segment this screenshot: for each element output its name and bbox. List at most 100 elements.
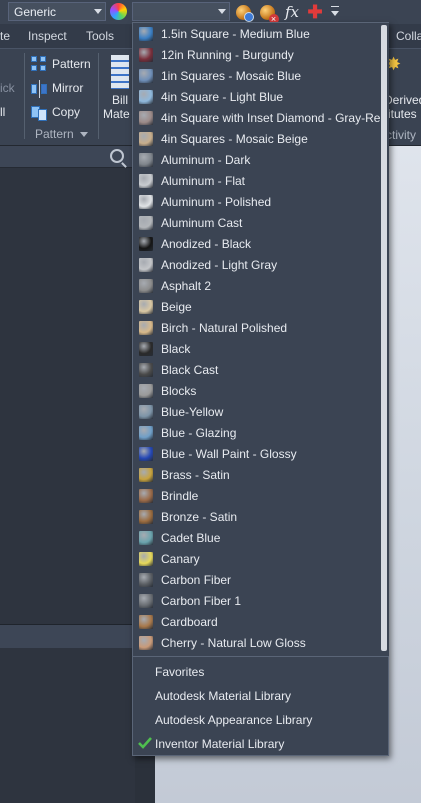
appearance-item[interactable]: Carbon Fiber <box>133 569 380 590</box>
appearance-item[interactable]: Canary <box>133 548 380 569</box>
appearance-item[interactable]: Cardboard <box>133 611 380 632</box>
appearance-swatch-icon <box>139 47 153 62</box>
appearance-item[interactable]: Aluminum Cast <box>133 212 380 233</box>
appearance-swatch-icon <box>139 278 153 293</box>
truncated-label: ick <box>0 81 15 95</box>
bill-of-materials-icon <box>111 55 129 91</box>
appearance-swatch-icon <box>139 236 153 251</box>
library-item-label: Autodesk Material Library <box>155 689 292 703</box>
appearance-swatch-icon <box>139 299 153 314</box>
panel-divider <box>24 53 25 139</box>
appearance-item[interactable]: Beige <box>133 296 380 317</box>
appearance-item-label: Blue - Glazing <box>161 425 237 440</box>
appearance-item-label: Anodized - Black <box>161 236 252 251</box>
search-icon[interactable] <box>110 149 124 163</box>
appearance-item[interactable]: Anodized - Black <box>133 233 380 254</box>
clear-appearance-icon[interactable] <box>257 2 279 24</box>
appearance-item[interactable]: Blue - Glazing <box>133 422 380 443</box>
appearance-item[interactable]: Aluminum - Polished <box>133 191 380 212</box>
appearance-item[interactable]: Blue-Yellow <box>133 401 380 422</box>
copy-button[interactable]: Copy <box>52 105 80 119</box>
pattern-panel-title[interactable]: Pattern <box>35 127 88 141</box>
appearance-item[interactable]: Asphalt 2 <box>133 275 380 296</box>
appearance-swatch-icon <box>139 425 153 440</box>
appearance-swatch-icon <box>139 110 153 125</box>
appearance-item-label: Birch - Natural Polished <box>161 320 288 335</box>
appearance-item-label: Aluminum - Polished <box>161 194 272 209</box>
appearance-item[interactable]: Bronze - Satin <box>133 506 380 527</box>
appearance-dropdown: 1.5in Square - Medium Blue 12in Running -… <box>132 22 389 756</box>
derived-label[interactable]: Derived <box>384 93 421 107</box>
parameters-fx-icon[interactable]: fx <box>282 2 302 22</box>
customize-toolbar-icon[interactable] <box>325 2 345 22</box>
appearance-item[interactable]: 1in Squares - Mosaic Blue <box>133 65 380 86</box>
chevron-down-icon <box>79 132 88 138</box>
appearance-item[interactable]: Black <box>133 338 380 359</box>
appearance-item[interactable]: 12in Running - Burgundy <box>133 44 380 65</box>
library-item[interactable]: Autodesk Material Library <box>133 684 388 708</box>
appearance-item[interactable]: Cadet Blue <box>133 527 380 548</box>
chevron-down-icon <box>94 9 102 14</box>
tab-tools[interactable]: Tools <box>86 29 114 43</box>
material-select[interactable]: Generic <box>8 2 106 21</box>
appearance-swatch-icon <box>139 383 153 398</box>
appearance-item[interactable]: Brass - Satin <box>133 464 380 485</box>
appearance-item-label: Aluminum - Dark <box>161 152 251 167</box>
appearance-item[interactable]: Black Cast <box>133 359 380 380</box>
appearance-swatch-icon <box>139 131 153 146</box>
appearance-swatch-icon <box>139 572 153 587</box>
appearance-item[interactable]: 4in Square with Inset Diamond - Gray-Red <box>133 107 380 128</box>
library-item[interactable]: Autodesk Appearance Library <box>133 708 388 732</box>
tab-inspect[interactable]: Inspect <box>28 29 67 43</box>
substitutes-label[interactable]: itutes <box>388 107 417 121</box>
appearance-item[interactable]: Blocks <box>133 380 380 401</box>
appearance-swatch-icon <box>139 257 153 272</box>
quick-access-toolbar: Generic fx ✚ <box>0 0 421 24</box>
tab-collaborate[interactable]: Colla <box>396 29 421 43</box>
scrollbar-thumb[interactable] <box>381 25 387 651</box>
pattern-button[interactable]: Pattern <box>52 57 91 71</box>
appearance-item-label: Cadet Blue <box>161 530 221 545</box>
appearance-swatch-icon <box>139 362 153 377</box>
scrollbar[interactable] <box>380 23 389 656</box>
appearance-item-label: Asphalt 2 <box>161 278 212 293</box>
appearance-swatch-icon <box>139 194 153 209</box>
appearance-swatch-icon <box>139 488 153 503</box>
appearance-item-label: Cardboard <box>161 614 218 629</box>
appearance-swatch-icon <box>139 635 153 650</box>
library-list: Favorites Autodesk Material Library Autode… <box>133 660 388 756</box>
appearance-item[interactable]: Cherry - Natural Low Gloss <box>133 632 380 653</box>
rectangular-pattern-icon <box>31 56 49 74</box>
appearance-item-label: Canary <box>161 551 200 566</box>
panel-divider <box>98 53 99 139</box>
appearance-swatch-icon <box>139 89 153 104</box>
appearance-swatch-icon <box>139 593 153 608</box>
appearance-item-label: Bronze - Satin <box>161 509 238 524</box>
library-item[interactable]: Inventor Material Library <box>133 732 388 756</box>
tab-truncated[interactable]: te <box>0 29 10 43</box>
model-browser[interactable] <box>0 168 135 624</box>
adjust-appearance-icon[interactable] <box>233 2 254 22</box>
appearance-item[interactable]: Brindle <box>133 485 380 506</box>
appearance-item[interactable]: Blue - Wall Paint - Glossy <box>133 443 380 464</box>
mirror-button[interactable]: Mirror <box>52 81 83 95</box>
color-wheel-icon[interactable] <box>110 3 127 20</box>
appearance-item[interactable]: Carbon Fiber 1 <box>133 590 380 611</box>
plus-icon[interactable]: ✚ <box>305 2 325 22</box>
materials-label[interactable]: Mate <box>103 107 130 121</box>
appearance-item[interactable]: Anodized - Light Gray <box>133 254 380 275</box>
appearance-item[interactable]: Aluminum - Flat <box>133 170 380 191</box>
appearance-item[interactable]: 4in Squares - Mosaic Beige <box>133 128 380 149</box>
appearance-swatch-icon <box>139 446 153 461</box>
appearance-swatch-icon <box>139 341 153 356</box>
appearance-item[interactable]: 1.5in Square - Medium Blue <box>133 23 380 44</box>
appearance-item[interactable]: 4in Square - Light Blue <box>133 86 380 107</box>
appearance-item-label: 4in Squares - Mosaic Beige <box>161 131 308 146</box>
appearance-item[interactable]: Birch - Natural Polished <box>133 317 380 338</box>
bill-label[interactable]: Bill <box>112 93 128 107</box>
appearance-item[interactable]: Aluminum - Dark <box>133 149 380 170</box>
appearance-item-label: Black Cast <box>161 362 219 377</box>
library-item[interactable]: Favorites <box>133 660 388 684</box>
appearance-item-label: 4in Square with Inset Diamond - Gray-Red <box>161 110 380 125</box>
appearance-select[interactable] <box>132 2 230 21</box>
